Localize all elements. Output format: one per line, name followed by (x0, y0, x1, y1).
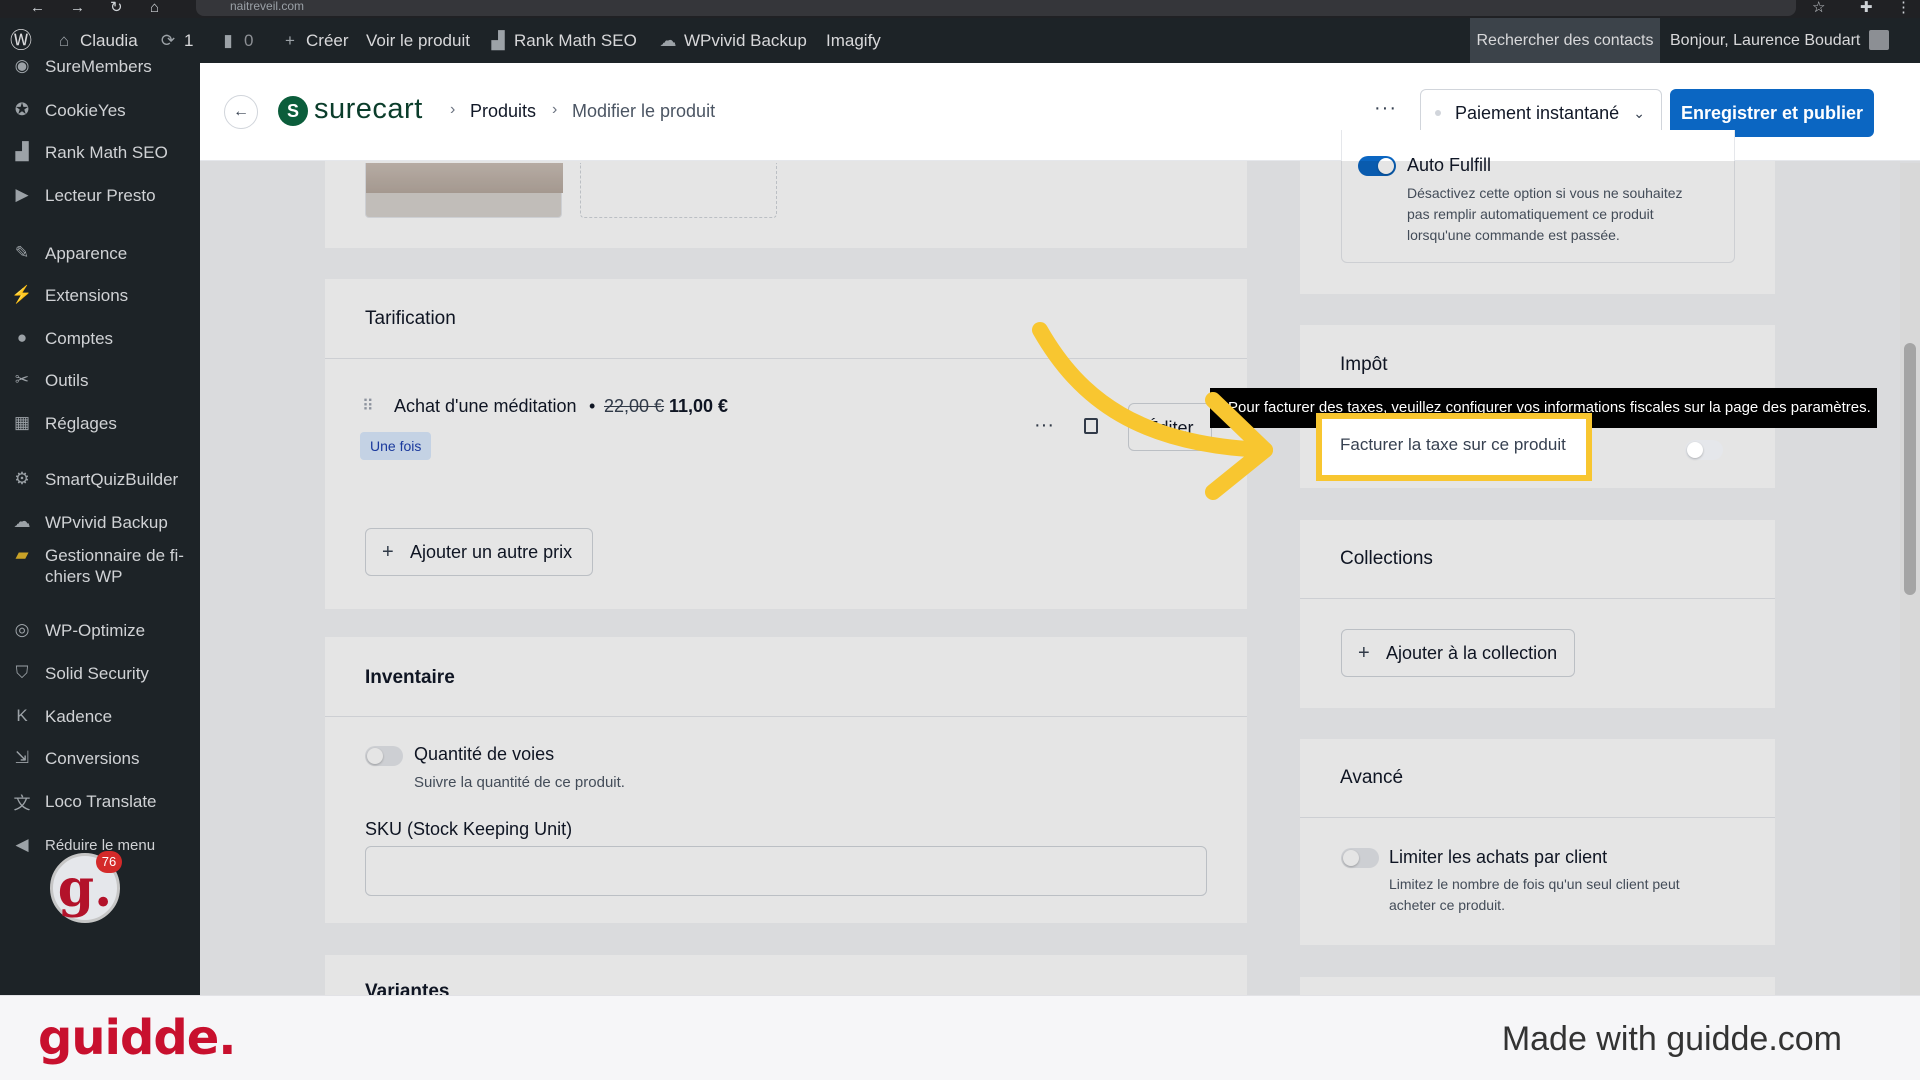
guidde-footer: guidde. Made with guidde.com (0, 995, 1920, 1080)
made-with-text[interactable]: Made with guidde.com (1502, 1020, 1842, 1059)
guidde-logo[interactable]: guidde. (38, 1010, 236, 1066)
highlight-arrow-icon (1032, 322, 1273, 500)
